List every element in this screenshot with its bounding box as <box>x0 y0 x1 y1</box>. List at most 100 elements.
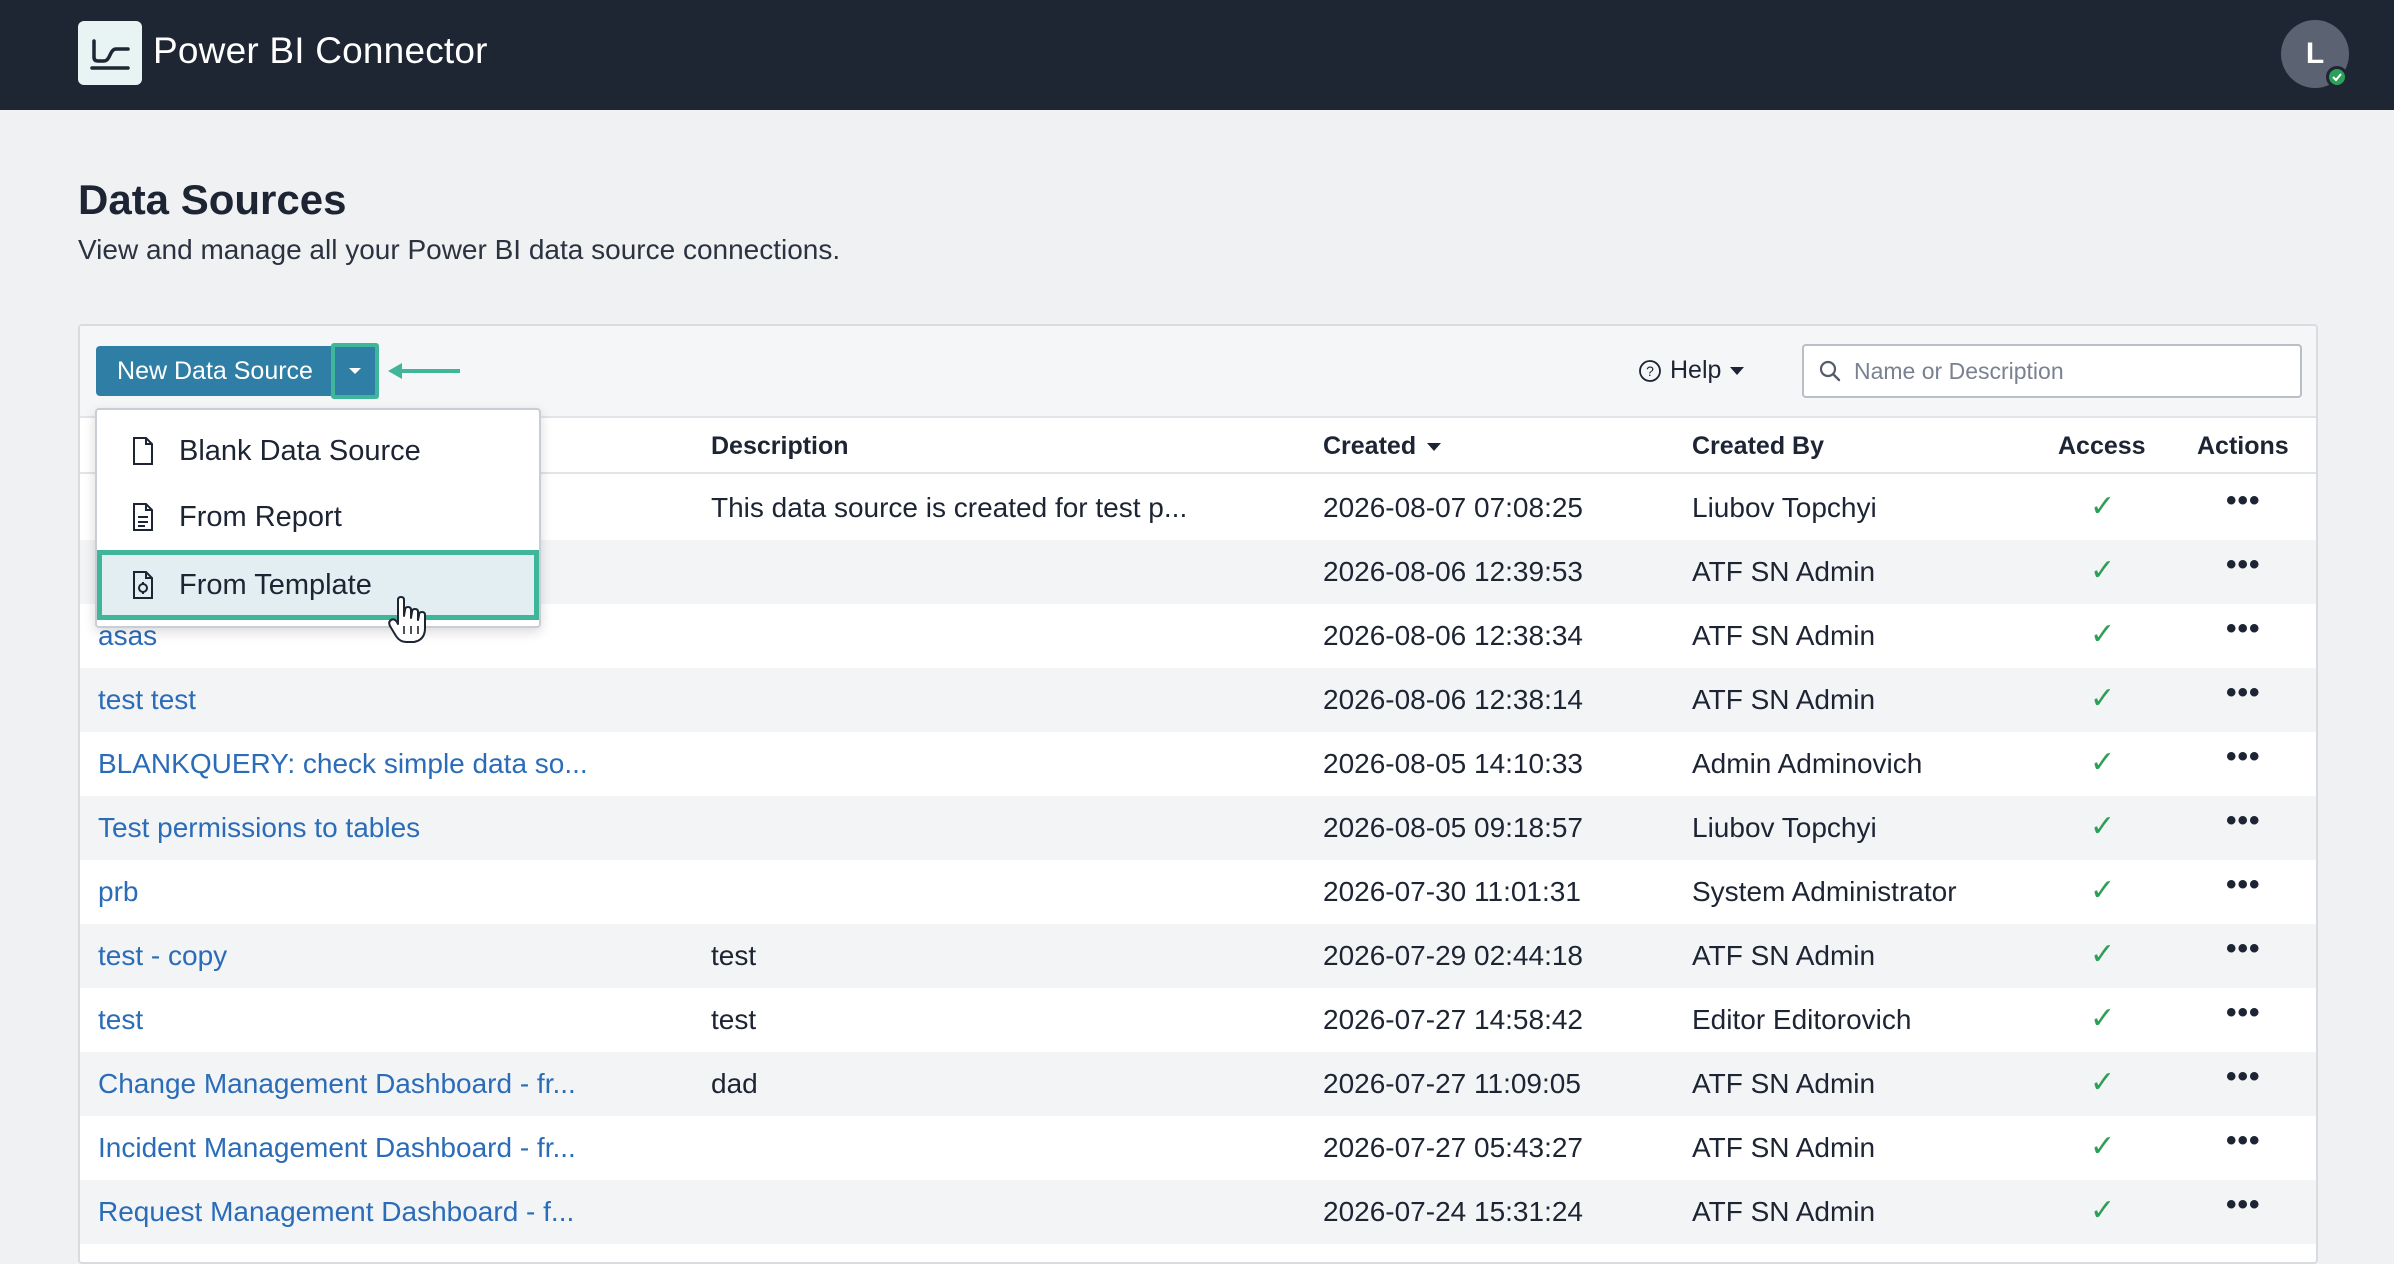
access-check-icon: ✓ <box>2090 490 2116 523</box>
table-row[interactable]: BLANKQUERY: check simple data so... 2026-… <box>80 732 2316 796</box>
help-menu[interactable]: ? Help <box>1638 356 1745 385</box>
data-source-created: 2026-07-27 05:43:27 <box>1323 1132 1583 1163</box>
app-logo-icon[interactable] <box>78 21 142 85</box>
template-document-icon <box>131 570 155 608</box>
svg-text:?: ? <box>1646 363 1654 379</box>
page-subtitle: View and manage all your Power BI data s… <box>78 234 841 265</box>
data-source-created: 2026-08-06 12:39:53 <box>1323 556 1583 587</box>
data-source-created: 2026-08-07 07:08:25 <box>1323 492 1583 523</box>
top-navigation-bar: Power BI Connector L <box>0 0 2394 110</box>
table-row[interactable]: Request Management Dashboard - f... 2026-… <box>80 1180 2316 1244</box>
access-check-icon: ✓ <box>2090 1066 2116 1099</box>
row-actions-menu-button[interactable]: ••• <box>2226 484 2261 518</box>
app-title: Power BI Connector <box>153 30 488 71</box>
data-source-created: 2026-08-05 09:18:57 <box>1323 812 1583 843</box>
row-actions-menu-button[interactable]: ••• <box>2226 1188 2261 1222</box>
table-row[interactable]: test test 2026-08-06 12:38:14 ATF SN Admin… <box>80 668 2316 732</box>
data-source-created: 2026-07-27 14:58:42 <box>1323 1004 1583 1035</box>
row-actions-menu-button[interactable]: ••• <box>2226 676 2261 710</box>
menu-item-from-template[interactable]: From Template <box>97 550 539 620</box>
data-source-description: test <box>711 940 757 971</box>
data-source-description: This data source is created for test p..… <box>711 492 1188 523</box>
row-actions-menu-button[interactable]: ••• <box>2226 548 2261 582</box>
data-source-created-by: ATF SN Admin <box>1692 1068 1876 1099</box>
data-source-description: test <box>711 1004 757 1035</box>
data-source-created-by: Liubov Topchyi <box>1692 492 1877 523</box>
row-actions-menu-button[interactable]: ••• <box>2226 804 2261 838</box>
table-toolbar: New Data Source ? Help <box>80 326 2316 418</box>
dropdown-toggle-highlight <box>331 343 379 399</box>
column-header-access: Access <box>2058 432 2146 460</box>
table-row[interactable]: Test permissions to tables 2026-08-05 09:… <box>80 796 2316 860</box>
access-check-icon: ✓ <box>2090 554 2116 587</box>
data-source-created-by: ATF SN Admin <box>1692 940 1876 971</box>
search-field[interactable] <box>1802 344 2302 398</box>
access-check-icon: ✓ <box>2090 618 2116 651</box>
data-source-name-link[interactable]: Incident Management Dashboard - fr... <box>98 1132 576 1164</box>
table-row[interactable]: test test 2026-07-27 14:58:42 Editor Editor… <box>80 988 2316 1052</box>
data-source-created: 2026-08-06 12:38:14 <box>1323 684 1583 715</box>
data-source-name-link[interactable]: test test <box>98 684 196 716</box>
row-actions-menu-button[interactable]: ••• <box>2226 932 2261 966</box>
pointer-arrow-icon <box>388 363 460 379</box>
page-title: Data Sources <box>78 176 347 223</box>
data-source-created: 2026-07-30 11:01:31 <box>1323 876 1581 907</box>
data-source-created-by: ATF SN Admin <box>1692 1132 1876 1163</box>
search-icon <box>1819 360 1841 382</box>
column-header-actions: Actions <box>2197 432 2289 460</box>
row-actions-menu-button[interactable]: ••• <box>2226 612 2261 646</box>
row-actions-menu-button[interactable]: ••• <box>2226 1124 2261 1158</box>
new-data-source-button[interactable]: New Data Source <box>96 346 334 396</box>
access-check-icon: ✓ <box>2090 1130 2116 1163</box>
online-status-icon <box>2326 66 2348 88</box>
access-check-icon: ✓ <box>2090 746 2116 779</box>
report-document-icon <box>131 502 155 540</box>
data-source-name-link[interactable]: Change Management Dashboard - fr... <box>98 1068 576 1100</box>
document-icon <box>131 436 155 474</box>
data-source-created-by: Editor Editorovich <box>1692 1004 1912 1035</box>
help-label: Help <box>1670 356 1722 384</box>
table-row[interactable]: Change Management Dashboard - fr... dad 20… <box>80 1052 2316 1116</box>
data-source-created-by: Liubov Topchyi <box>1692 812 1877 843</box>
data-source-name-link[interactable]: Test permissions to tables <box>98 812 420 844</box>
data-source-created: 2026-07-29 02:44:18 <box>1323 940 1583 971</box>
access-check-icon: ✓ <box>2090 682 2116 715</box>
row-actions-menu-button[interactable]: ••• <box>2226 1060 2261 1094</box>
data-source-created-by: ATF SN Admin <box>1692 556 1876 587</box>
menu-item-from-report[interactable]: From Report <box>97 484 539 550</box>
data-source-name-link[interactable]: Request Management Dashboard - f... <box>98 1196 574 1228</box>
row-actions-menu-button[interactable]: ••• <box>2226 740 2261 774</box>
data-source-created-by: ATF SN Admin <box>1692 1196 1876 1227</box>
search-input[interactable] <box>1854 357 2274 385</box>
row-actions-menu-button[interactable]: ••• <box>2226 868 2261 902</box>
data-source-name-link[interactable]: test <box>98 1004 143 1036</box>
data-source-created: 2026-07-27 11:09:05 <box>1323 1068 1581 1099</box>
column-header-description[interactable]: Description <box>711 432 849 461</box>
table-row[interactable]: prb 2026-07-30 11:01:31 System Administrat… <box>80 860 2316 924</box>
caret-down-icon <box>1730 366 1745 375</box>
access-check-icon: ✓ <box>2090 938 2116 971</box>
table-row[interactable]: Incident Management Dashboard - fr... 202… <box>80 1116 2316 1180</box>
data-source-name-link[interactable]: test - copy <box>98 940 227 972</box>
access-check-icon: ✓ <box>2090 874 2116 907</box>
data-source-created: 2026-07-24 15:31:24 <box>1323 1196 1583 1227</box>
access-check-icon: ✓ <box>2090 1194 2116 1227</box>
data-source-name-link[interactable]: prb <box>98 876 138 908</box>
row-actions-menu-button[interactable]: ••• <box>2226 996 2261 1030</box>
data-source-created: 2026-08-06 12:38:34 <box>1323 620 1583 651</box>
sort-descending-icon <box>1427 442 1442 451</box>
data-source-created: 2026-08-05 14:10:33 <box>1323 748 1583 779</box>
access-check-icon: ✓ <box>2090 810 2116 843</box>
data-source-created-by: ATF SN Admin <box>1692 620 1876 651</box>
data-source-description: dad <box>711 1068 758 1099</box>
data-source-created-by: Admin Adminovich <box>1692 748 1923 779</box>
menu-item-blank-data-source[interactable]: Blank Data Source <box>97 418 539 484</box>
column-header-created[interactable]: Created <box>1323 432 1442 461</box>
data-source-created-by: ATF SN Admin <box>1692 684 1876 715</box>
data-source-name-link[interactable]: BLANKQUERY: check simple data so... <box>98 748 588 780</box>
help-circle-icon: ? <box>1639 359 1661 382</box>
new-data-source-menu: Blank Data Source From Report From Templ… <box>95 408 541 628</box>
table-row[interactable]: test - copy test 2026-07-29 02:44:18 ATF SN… <box>80 924 2316 988</box>
access-check-icon: ✓ <box>2090 1002 2116 1035</box>
column-header-created-by[interactable]: Created By <box>1692 432 1824 461</box>
